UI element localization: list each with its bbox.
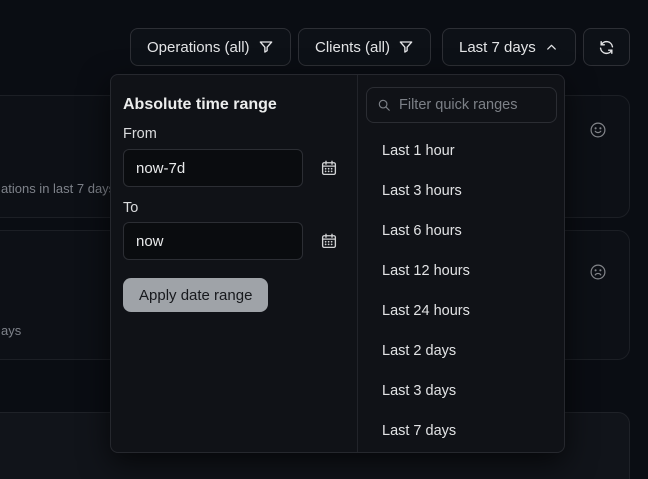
quick-range-option-last-24-hours[interactable]: Last 24 hours — [357, 291, 565, 331]
from-label: From — [123, 126, 157, 142]
refresh-icon — [598, 39, 615, 56]
quick-range-option-last-6-hours[interactable]: Last 6 hours — [357, 211, 565, 251]
app-screen: ations in last 7 days ays Operations (al… — [0, 0, 648, 479]
to-label: To — [123, 200, 138, 216]
time-range-picker-dropdown: Absolute time range From To Apply date r… — [110, 74, 565, 453]
to-calendar-icon[interactable] — [317, 229, 341, 253]
search-icon — [377, 98, 391, 112]
smiley-face-icon — [589, 121, 607, 144]
apply-date-range-button[interactable]: Apply date range — [123, 278, 268, 312]
quick-range-filter-input[interactable] — [399, 97, 546, 113]
quick-range-option-last-3-hours[interactable]: Last 3 hours — [357, 171, 565, 211]
panel-subtitle-partial: ays — [1, 323, 21, 338]
chevron-up-icon — [544, 40, 559, 55]
absolute-time-range-title: Absolute time range — [123, 96, 277, 114]
from-input[interactable] — [123, 149, 303, 187]
quick-range-list: Last 1 hour Last 3 hours Last 6 hours La… — [357, 131, 565, 451]
time-range-label: Last 7 days — [459, 39, 536, 56]
panel-subtitle-partial: ations in last 7 days — [1, 181, 115, 196]
clients-filter-label: Clients (all) — [315, 39, 390, 56]
filter-funnel-icon — [258, 39, 274, 55]
frown-face-icon — [589, 263, 607, 286]
quick-range-search[interactable] — [366, 87, 557, 123]
quick-range-option-last-1-hour[interactable]: Last 1 hour — [357, 131, 565, 171]
filter-funnel-icon — [398, 39, 414, 55]
quick-range-option-last-3-days[interactable]: Last 3 days — [357, 371, 565, 411]
from-calendar-icon[interactable] — [317, 156, 341, 180]
operations-filter-label: Operations (all) — [147, 39, 250, 56]
refresh-button[interactable] — [583, 28, 630, 66]
to-input[interactable] — [123, 222, 303, 260]
quick-range-option-last-7-days[interactable]: Last 7 days — [357, 411, 565, 451]
quick-range-option-last-12-hours[interactable]: Last 12 hours — [357, 251, 565, 291]
operations-filter-button[interactable]: Operations (all) — [130, 28, 291, 66]
time-range-picker-button[interactable]: Last 7 days — [442, 28, 576, 66]
quick-range-option-last-2-days[interactable]: Last 2 days — [357, 331, 565, 371]
clients-filter-button[interactable]: Clients (all) — [298, 28, 431, 66]
